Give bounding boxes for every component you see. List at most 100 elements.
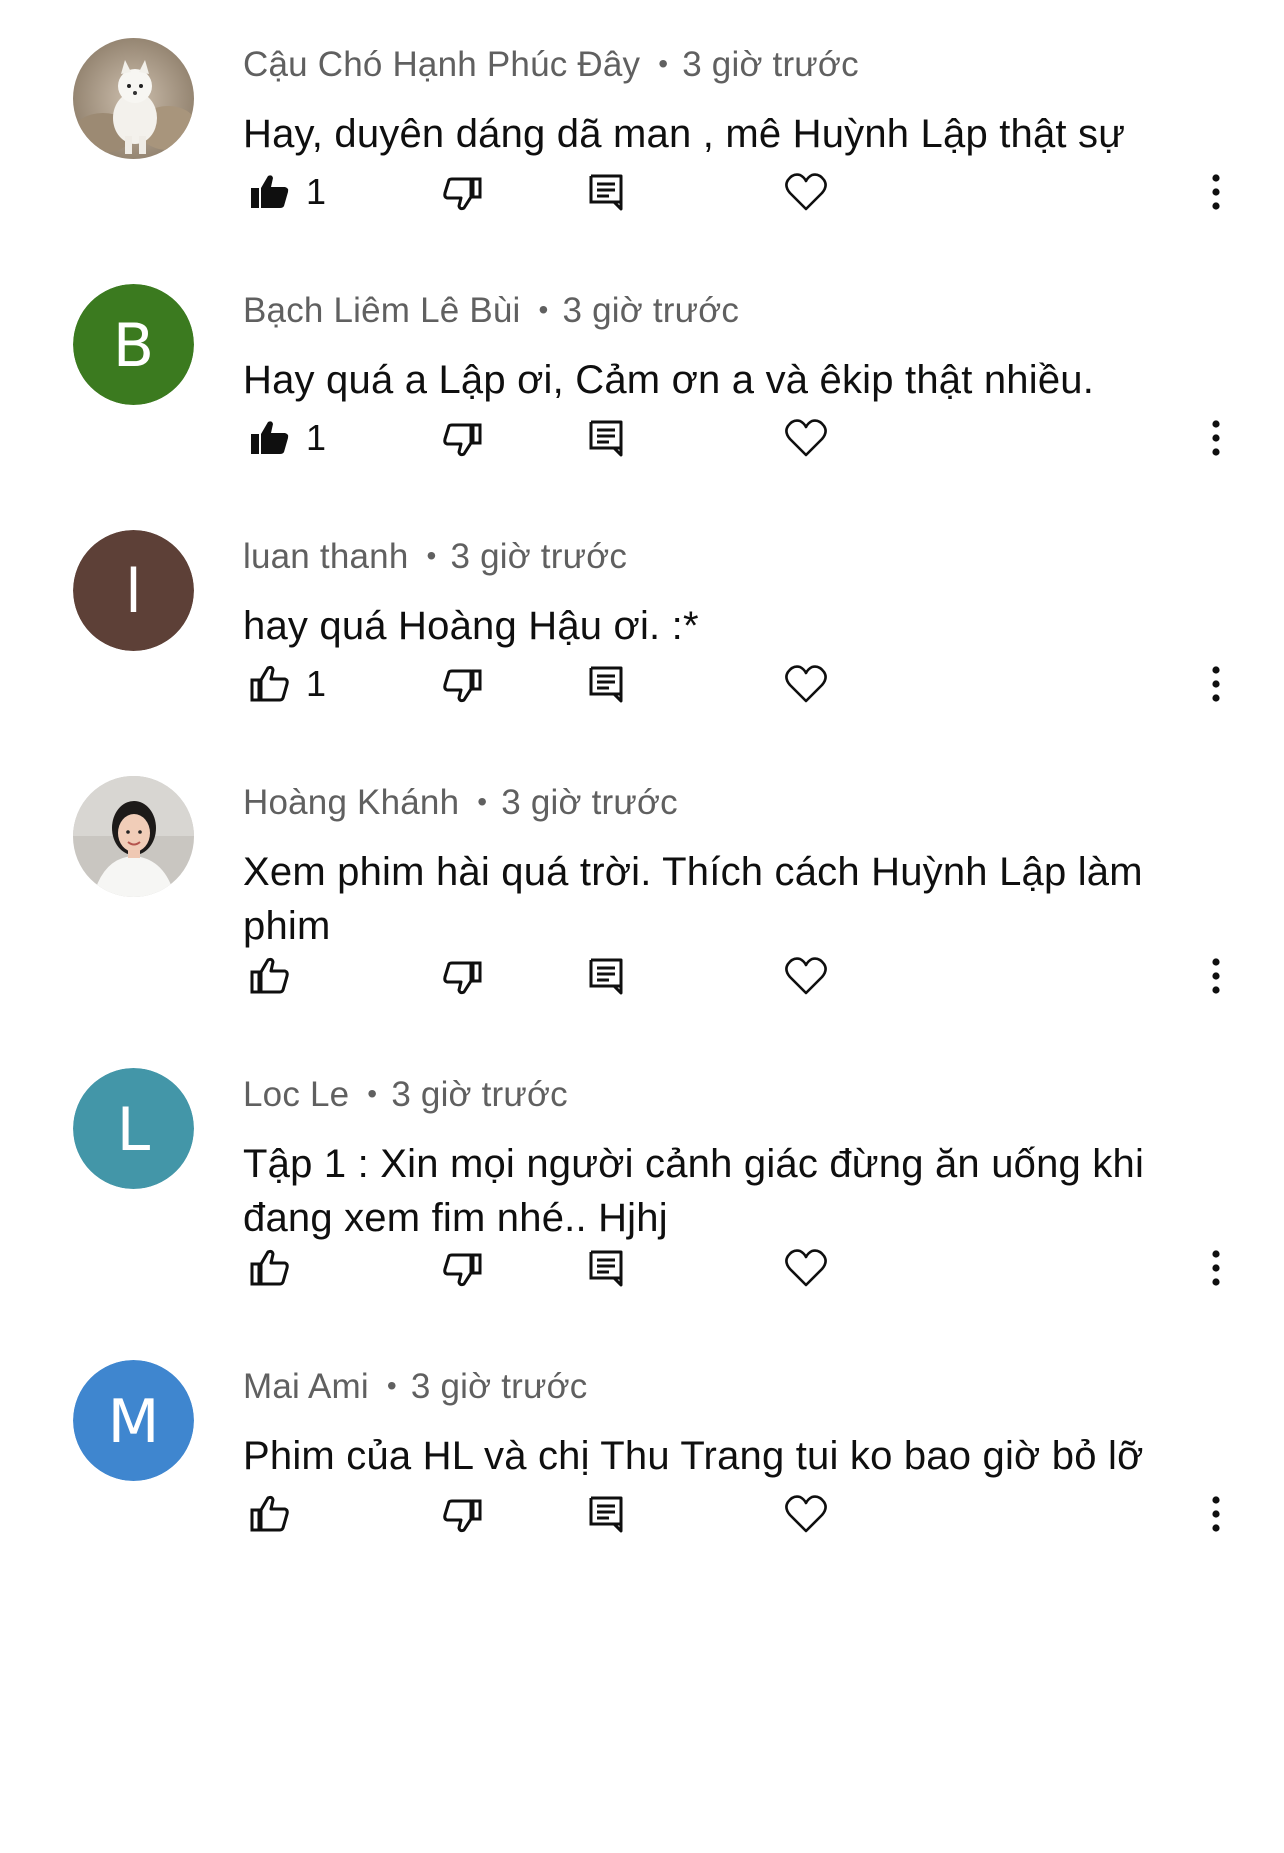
meta-separator: • <box>367 1078 378 1109</box>
author-name[interactable]: Hoàng Khánh <box>243 783 459 822</box>
reply-icon <box>589 666 623 703</box>
thumbs-down-icon <box>443 1253 482 1287</box>
reply-icon <box>589 1496 623 1533</box>
comment-meta: Mai Ami • 3 giờ trước <box>243 1367 587 1407</box>
letter-avatar-icon: M <box>73 1360 194 1481</box>
comment-meta: Bạch Liêm Lê Bùi • 3 giờ trước <box>243 291 739 331</box>
reply-button[interactable] <box>576 654 636 714</box>
avatar-letter: B <box>113 311 154 381</box>
letter-avatar-icon: L <box>73 1068 194 1189</box>
more-options-button[interactable] <box>1196 946 1236 1006</box>
comment-meta: Loc Le • 3 giờ trước <box>243 1075 568 1115</box>
comment-time[interactable]: 3 giờ trước <box>391 1075 568 1114</box>
thumbs-up-icon <box>251 421 289 454</box>
author-name[interactable]: Cậu Chó Hạnh Phúc Đây <box>243 45 640 84</box>
thumbs-down-icon <box>443 961 482 995</box>
like-count: 1 <box>306 417 327 458</box>
comment-text: hay quá Hoàng Hậu ơi. :* <box>243 604 699 648</box>
author-name[interactable]: luan thanh <box>243 537 408 576</box>
avatar[interactable]: B <box>73 284 194 405</box>
heart-button[interactable] <box>774 162 838 222</box>
comment-time[interactable]: 3 giờ trước <box>501 783 678 822</box>
dislike-button[interactable] <box>432 654 492 714</box>
reply-button[interactable] <box>576 1484 636 1544</box>
meta-separator: • <box>477 786 488 817</box>
author-name[interactable]: Bạch Liêm Lê Bùi <box>243 291 521 330</box>
avatar[interactable] <box>73 776 194 897</box>
comment-actions: 1 <box>0 654 1284 714</box>
thumbs-down-icon <box>443 177 482 211</box>
more-vert-icon <box>1212 420 1220 456</box>
heart-icon <box>785 1495 827 1533</box>
reply-icon <box>589 174 623 211</box>
avatar[interactable]: M <box>73 1360 194 1481</box>
thumbs-down-icon <box>443 669 482 703</box>
reply-button[interactable] <box>576 1238 636 1298</box>
like-button[interactable] <box>240 946 300 1006</box>
avatar[interactable]: l <box>73 530 194 651</box>
comment-time[interactable]: 3 giờ trước <box>563 291 740 330</box>
comment-meta: luan thanh • 3 giờ trước <box>243 537 627 577</box>
comment-text: Hay quá a Lập ơi, Cảm ơn a và êkip thật … <box>243 358 1095 402</box>
heart-icon <box>785 957 827 995</box>
more-options-button[interactable] <box>1196 1484 1236 1544</box>
comment-actions: 1 <box>0 408 1284 468</box>
avatar[interactable] <box>73 38 194 159</box>
heart-button[interactable] <box>774 1238 838 1298</box>
more-vert-icon <box>1212 666 1220 702</box>
heart-icon <box>785 173 827 211</box>
reply-button[interactable] <box>576 162 636 222</box>
letter-avatar-icon: l <box>73 530 194 651</box>
comment-text: Hay, duyên dáng dã man , mê Huỳnh Lập th… <box>243 112 1126 156</box>
more-options-button[interactable] <box>1196 654 1236 714</box>
thumbs-up-icon <box>251 175 289 208</box>
meta-separator: • <box>386 1370 397 1401</box>
dislike-button[interactable] <box>432 1238 492 1298</box>
heart-icon <box>785 665 827 703</box>
dog-photo-avatar-icon <box>73 38 194 159</box>
avatar[interactable]: L <box>73 1068 194 1189</box>
letter-avatar-icon: B <box>73 284 194 405</box>
thumbs-up-icon <box>250 957 289 994</box>
like-button[interactable] <box>240 408 300 468</box>
heart-button[interactable] <box>774 946 838 1006</box>
reply-button[interactable] <box>576 408 636 468</box>
reply-icon <box>589 420 623 457</box>
reply-icon <box>589 958 623 995</box>
comment-text: Phim của HL và chị Thu Trang tui ko bao … <box>243 1434 1144 1478</box>
more-vert-icon <box>1212 958 1220 994</box>
avatar-letter: l <box>125 557 142 627</box>
comment-actions: 1 <box>0 162 1284 222</box>
like-button[interactable] <box>240 1484 300 1544</box>
like-button[interactable] <box>240 654 300 714</box>
author-name[interactable]: Loc Le <box>243 1075 349 1114</box>
author-name[interactable]: Mai Ami <box>243 1367 369 1406</box>
comment-time[interactable]: 3 giờ trước <box>682 45 859 84</box>
heart-button[interactable] <box>774 654 838 714</box>
like-count: 1 <box>306 663 327 704</box>
meta-separator: • <box>426 540 437 571</box>
meta-separator: • <box>538 294 549 325</box>
like-button[interactable] <box>240 162 300 222</box>
more-options-button[interactable] <box>1196 162 1236 222</box>
comment-time[interactable]: 3 giờ trước <box>411 1367 588 1406</box>
comment-time[interactable]: 3 giờ trước <box>451 537 628 576</box>
thumbs-down-icon <box>443 423 482 457</box>
heart-icon <box>785 419 827 457</box>
dislike-button[interactable] <box>432 408 492 468</box>
like-count: 1 <box>306 171 327 212</box>
heart-button[interactable] <box>774 408 838 468</box>
reply-button[interactable] <box>576 946 636 1006</box>
more-options-button[interactable] <box>1196 1238 1236 1298</box>
heart-button[interactable] <box>774 1484 838 1544</box>
dislike-button[interactable] <box>432 946 492 1006</box>
dislike-button[interactable] <box>432 162 492 222</box>
more-vert-icon <box>1212 1250 1220 1286</box>
comment-meta: Cậu Chó Hạnh Phúc Đây • 3 giờ trước <box>243 45 859 85</box>
comment-text: Xem phim hài quá trời. Thích cách Huỳnh … <box>243 850 1143 948</box>
like-button[interactable] <box>240 1238 300 1298</box>
more-options-button[interactable] <box>1196 408 1236 468</box>
more-vert-icon <box>1212 174 1220 210</box>
dislike-button[interactable] <box>432 1484 492 1544</box>
thumbs-up-icon <box>250 665 289 702</box>
